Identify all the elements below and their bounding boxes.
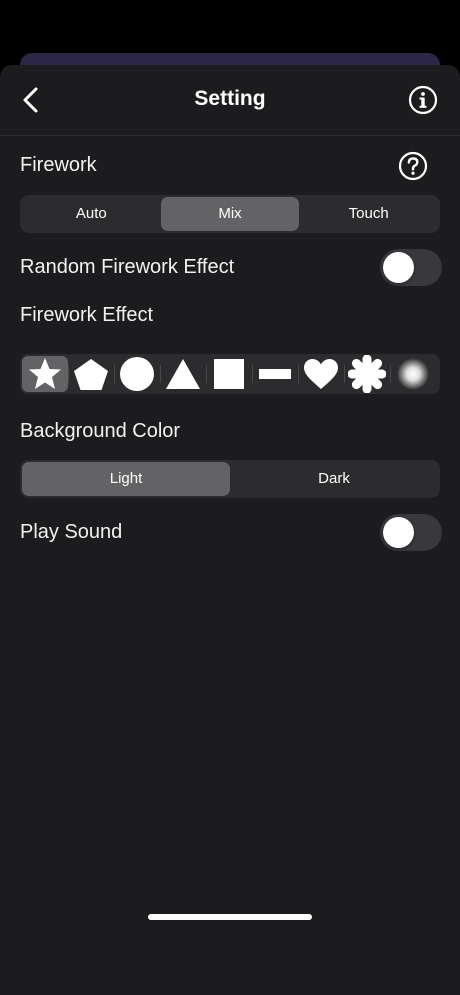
mode-touch[interactable]: Touch xyxy=(299,197,438,231)
background-color-label: Background Color xyxy=(20,420,181,442)
effect-triangle[interactable] xyxy=(160,356,206,392)
toggle-knob xyxy=(383,252,414,283)
square-icon xyxy=(214,359,244,389)
effect-label: Firework Effect xyxy=(20,304,153,326)
background-color-control: Light Dark xyxy=(20,460,440,498)
effect-glow[interactable] xyxy=(390,356,436,392)
random-effect-label: Random Firework Effect xyxy=(20,256,235,278)
mode-mix[interactable]: Mix xyxy=(160,197,300,231)
effect-pentagon[interactable] xyxy=(68,356,114,392)
heart-icon xyxy=(304,359,338,389)
random-effect-toggle[interactable] xyxy=(380,249,442,286)
page-title: Setting xyxy=(194,87,266,110)
effect-bar[interactable] xyxy=(252,356,298,392)
effect-circle[interactable] xyxy=(114,356,160,392)
effect-star[interactable] xyxy=(22,356,68,392)
star-icon xyxy=(29,358,61,389)
effect-heart[interactable] xyxy=(298,356,344,392)
circle-icon xyxy=(120,357,154,391)
firework-label: Firework xyxy=(20,154,97,176)
pentagon-icon xyxy=(74,359,108,390)
effect-asterisk[interactable] xyxy=(344,355,390,393)
play-sound-toggle[interactable] xyxy=(380,514,442,551)
firework-mode-control: Auto Mix Touch xyxy=(20,195,440,233)
asterisk-icon xyxy=(348,355,386,393)
question-circle-icon xyxy=(398,151,428,181)
background-dark[interactable]: Dark xyxy=(230,462,438,496)
triangle-icon xyxy=(166,359,200,389)
settings-sheet: Setting Firework Auto Mix Touch Random F… xyxy=(0,65,460,995)
play-sound-label: Play Sound xyxy=(20,521,123,543)
info-circle-icon xyxy=(408,85,438,115)
background-light[interactable]: Light xyxy=(22,462,230,496)
bar-icon xyxy=(259,369,291,379)
glow-icon xyxy=(397,358,429,390)
toggle-knob xyxy=(383,517,414,548)
effect-shape-picker xyxy=(20,354,440,394)
info-button[interactable] xyxy=(408,85,438,115)
home-indicator xyxy=(148,914,312,920)
firework-help-button[interactable] xyxy=(398,151,428,181)
effect-square[interactable] xyxy=(206,356,252,392)
nav-bar: Setting xyxy=(0,65,460,136)
mode-auto[interactable]: Auto xyxy=(22,197,161,231)
